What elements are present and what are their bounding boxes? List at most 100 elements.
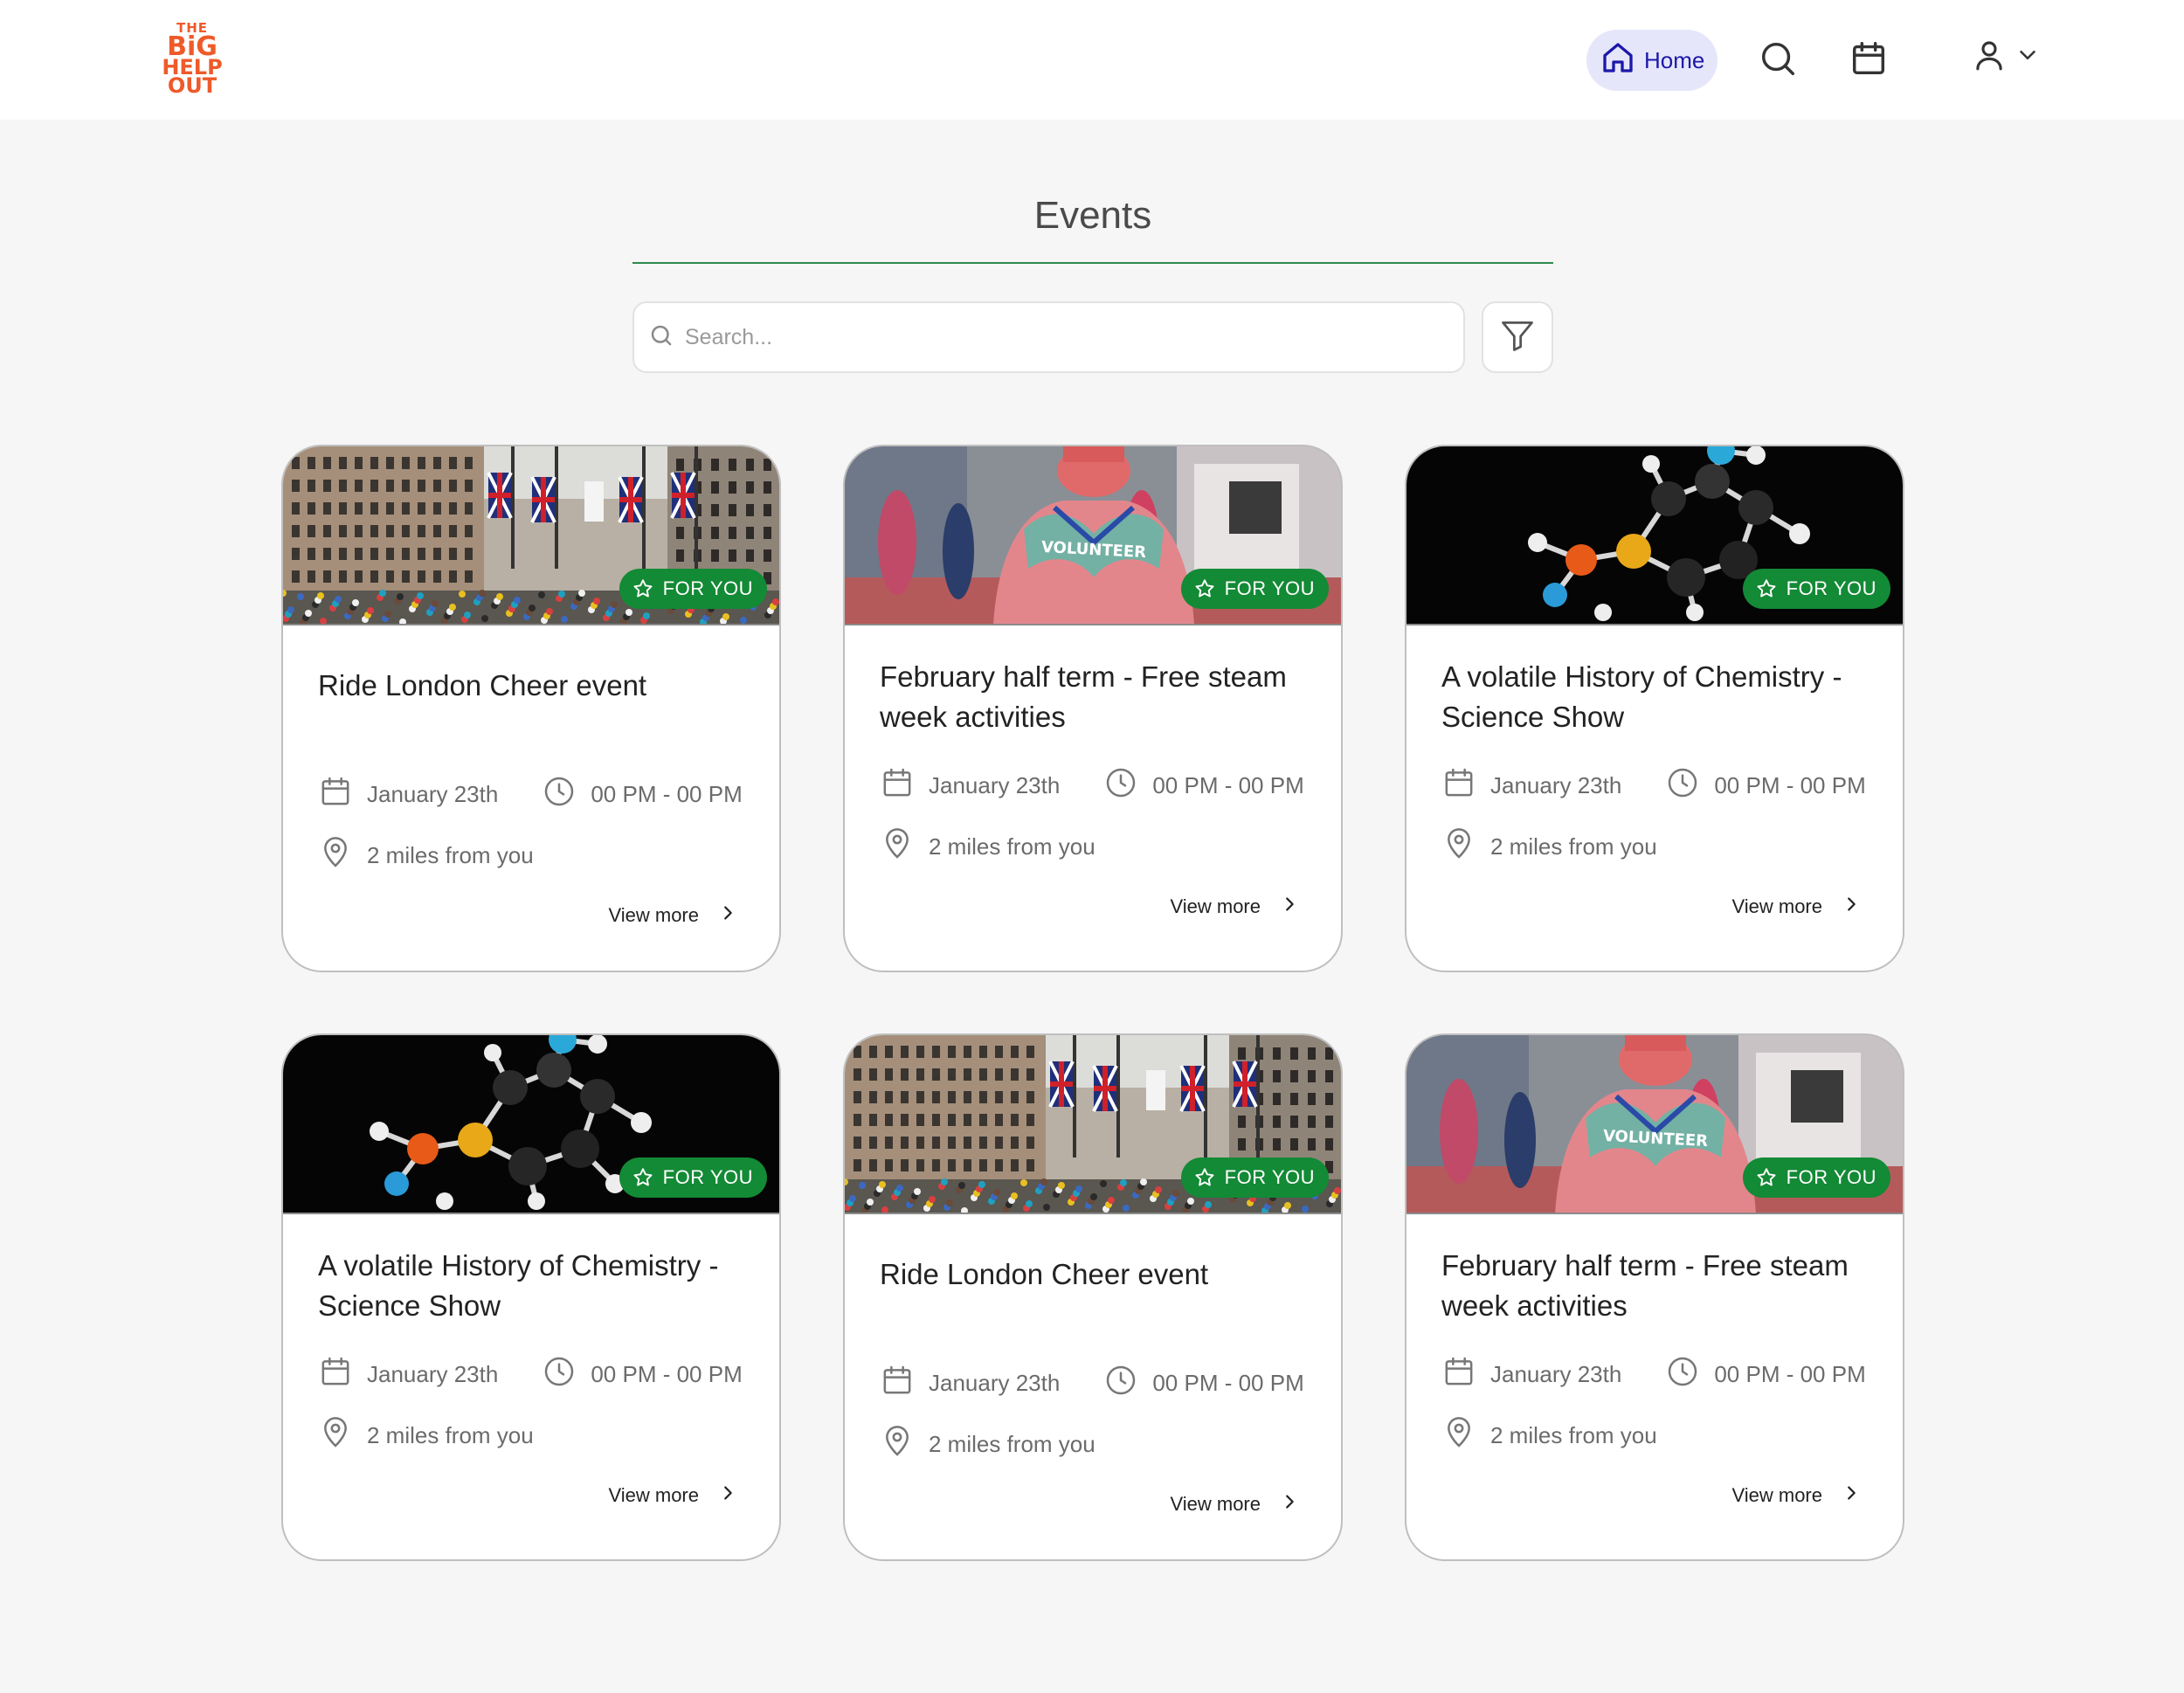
event-time: 00 PM - 00 PM [591,1361,743,1387]
clock-icon [1665,765,1700,806]
event-image[interactable]: VOLUNTEER FOR YOU [1406,1035,1903,1214]
event-date-time: January 23th 00 PM - 00 PM [318,774,743,815]
for-you-badge: FOR YOU [1180,1157,1329,1198]
for-you-badge: FOR YOU [1742,1157,1890,1198]
event-date: January 23th [367,1361,499,1387]
for-you-badge: FOR YOU [1180,569,1329,609]
page-title: Events [1033,194,1152,237]
nav-search-button[interactable] [1758,38,1798,79]
nav-user-menu[interactable] [1971,35,2041,79]
event-date: January 23th [367,781,499,807]
view-more-label: View more [1170,895,1261,917]
location-pin-icon [318,1415,353,1456]
clock-icon [542,774,577,815]
star-icon [1193,1166,1216,1189]
event-title: A volatile History of Chemistry - Scienc… [318,1249,719,1322]
view-more-label: View more [1731,1484,1822,1506]
search-input[interactable] [685,324,1436,350]
location-pin-icon [880,1424,915,1465]
view-more-label: View more [608,904,699,926]
logo-line-4: OUT [167,73,218,99]
clock-icon [1103,765,1138,806]
location-pin-icon [1441,826,1476,867]
event-image[interactable]: FOR YOU [845,1035,1341,1214]
search-icon [648,322,674,353]
top-nav-bar: THE BiG HELP OUT Home [0,0,2184,120]
event-distance-row: 2 miles from you [1441,826,1657,867]
event-distance: 2 miles from you [929,833,1095,860]
view-more-label: View more [1170,1493,1261,1515]
badge-label: FOR YOU [1224,577,1315,599]
star-icon [1755,1166,1778,1189]
star-icon [632,577,654,600]
event-title: Ride London Cheer event [318,669,647,701]
location-pin-icon [1441,1415,1476,1456]
view-more-link[interactable]: View more [608,1483,737,1508]
calendar-icon [318,1354,353,1395]
badge-label: FOR YOU [1786,577,1876,599]
event-distance-row: 2 miles from you [880,826,1095,867]
chevron-right-icon [1842,895,1861,919]
for-you-badge: FOR YOU [619,569,767,609]
badge-label: FOR YOU [662,1166,753,1188]
view-more-link[interactable]: View more [1170,895,1299,919]
event-date-time: January 23th 00 PM - 00 PM [1441,1354,1866,1395]
event-card[interactable]: FOR YOU A volatile History of Chemistry -… [1405,445,1904,972]
badge-label: FOR YOU [662,577,753,599]
event-image[interactable]: FOR YOU [1406,446,1903,625]
clock-icon [542,1354,577,1395]
chevron-right-icon [718,1483,737,1508]
view-more-link[interactable]: View more [1731,895,1861,919]
event-time: 00 PM - 00 PM [591,781,743,807]
filter-button[interactable] [1482,301,1553,373]
event-distance: 2 miles from you [929,1431,1095,1457]
search-bar[interactable] [632,301,1465,373]
event-image[interactable]: VOLUNTEER FOR YOU [845,446,1341,625]
clock-icon [1103,1363,1138,1404]
for-you-badge: FOR YOU [1742,569,1890,609]
calendar-icon [880,1363,915,1404]
badge-label: FOR YOU [1224,1166,1315,1188]
event-card[interactable]: FOR YOU Ride London Cheer event January 23… [843,1033,1343,1561]
view-more-link[interactable]: View more [608,903,737,928]
event-distance-row: 2 miles from you [318,835,534,876]
chevron-right-icon [1842,1483,1861,1508]
event-card[interactable]: VOLUNTEER FOR YOU February half term - Fre… [843,445,1343,972]
view-more-label: View more [608,1484,699,1506]
filter-icon [1498,316,1537,359]
star-icon [632,1166,654,1189]
event-distance-row: 2 miles from you [318,1415,534,1456]
event-date-time: January 23th 00 PM - 00 PM [880,765,1304,806]
search-icon [1758,42,1798,82]
event-title: February half term - Free steam week act… [1441,1249,1849,1322]
event-title: Ride London Cheer event [880,1258,1209,1290]
event-time: 00 PM - 00 PM [1152,772,1304,798]
event-date: January 23th [1490,772,1622,798]
view-more-link[interactable]: View more [1731,1483,1861,1508]
event-card[interactable]: FOR YOU Ride London Cheer event January 23… [281,445,781,972]
event-date: January 23th [929,772,1061,798]
event-card[interactable]: FOR YOU A volatile History of Chemistry -… [281,1033,781,1561]
event-distance: 2 miles from you [1490,833,1657,860]
calendar-icon [1441,1354,1476,1395]
event-time: 00 PM - 00 PM [1714,1361,1866,1387]
calendar-icon [1849,42,1889,82]
event-image[interactable]: FOR YOU [283,1035,779,1214]
star-icon [1193,577,1216,600]
event-image[interactable]: FOR YOU [283,446,779,625]
the-big-help-out-logo[interactable]: THE BiG HELP OUT [156,16,229,103]
star-icon [1755,577,1778,600]
event-date: January 23th [1490,1361,1622,1387]
view-more-link[interactable]: View more [1170,1492,1299,1517]
event-title: A volatile History of Chemistry - Scienc… [1441,660,1842,733]
event-distance-row: 2 miles from you [1441,1415,1657,1456]
event-distance: 2 miles from you [1490,1422,1657,1448]
event-distance: 2 miles from you [367,842,534,868]
nav-home-button[interactable]: Home [1586,30,1717,91]
nav-calendar-button[interactable] [1849,38,1889,79]
for-you-badge: FOR YOU [619,1157,767,1198]
nav-home-label: Home [1644,46,1705,73]
clock-icon [1665,1354,1700,1395]
location-pin-icon [318,835,353,876]
event-card[interactable]: VOLUNTEER FOR YOU February half term - Fre… [1405,1033,1904,1561]
